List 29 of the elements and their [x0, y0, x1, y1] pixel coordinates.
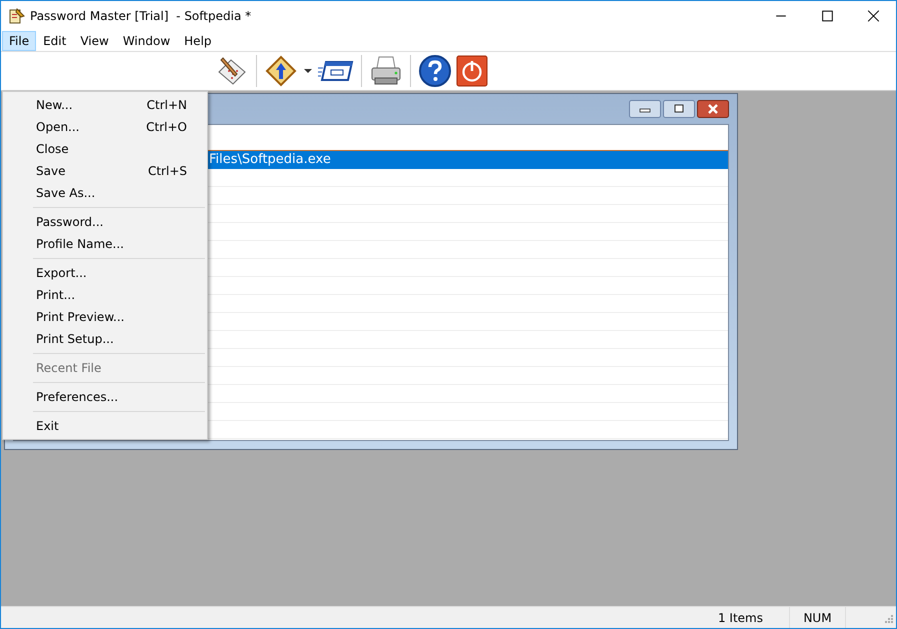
num-lock-indicator: NUM — [789, 607, 845, 628]
menu-item[interactable]: Help — [177, 31, 219, 51]
menu-entry[interactable]: Print... — [3, 284, 207, 306]
menu-entry[interactable]: Preferences... — [3, 386, 207, 408]
menu-entry[interactable]: New... Ctrl+N — [3, 94, 207, 116]
menu-entry[interactable]: Print Preview... — [3, 306, 207, 328]
menu-entry[interactable]: Password... — [3, 211, 207, 233]
menu-entry[interactable]: Print Setup... — [3, 328, 207, 350]
menu-item[interactable]: View — [73, 31, 116, 51]
resize-grip-icon[interactable] — [883, 612, 893, 622]
maximize-button[interactable] — [663, 100, 695, 118]
help-icon[interactable] — [418, 54, 452, 88]
menu-entry[interactable]: Export... — [3, 262, 207, 284]
close-button[interactable] — [697, 100, 729, 118]
power-icon[interactable] — [456, 55, 488, 87]
menu-item[interactable]: File — [2, 31, 36, 51]
menu-item[interactable]: Window — [116, 31, 178, 51]
menu-item[interactable]: Edit — [36, 31, 74, 51]
file-path: Files\Softpedia.exe — [209, 152, 331, 167]
clipboard-arrow-icon[interactable] — [264, 54, 298, 88]
caret-icon[interactable] — [304, 68, 312, 74]
menu-entry[interactable]: Profile Name... — [3, 233, 207, 255]
menu-entry[interactable]: Exit — [3, 415, 207, 437]
window-title: Password Master [Trial] - Softpedia * — [30, 9, 252, 23]
menu-entry[interactable]: Save As... — [3, 182, 207, 204]
item-count: 1 Items — [716, 610, 764, 626]
minimize-button[interactable] — [629, 100, 661, 118]
menu-entry[interactable]: Open... Ctrl+O — [3, 116, 207, 138]
window-icon[interactable] — [318, 58, 354, 84]
